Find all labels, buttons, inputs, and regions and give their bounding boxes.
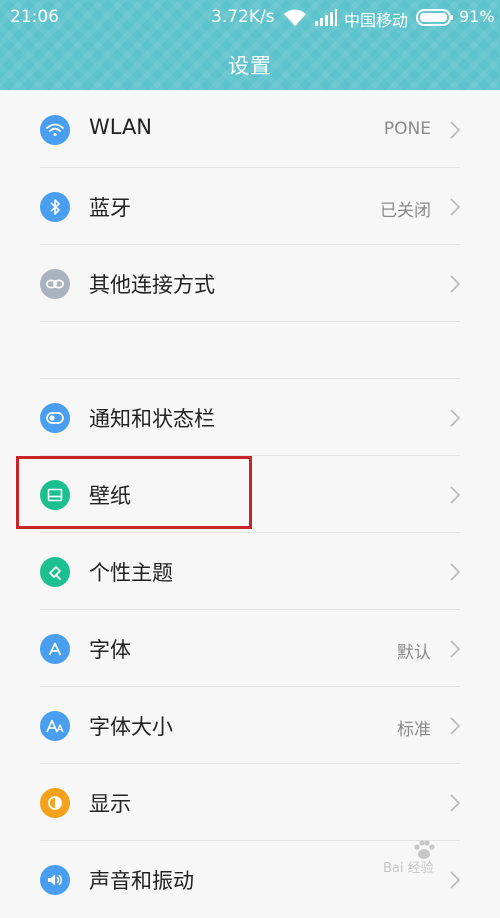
chevron-right-icon [450,563,460,581]
status-time: 21:06 [10,7,59,27]
settings-item-other-connections[interactable]: 其他连接方式 [0,245,500,322]
battery-icon [416,9,453,26]
settings-item-themes[interactable]: 个性主题 [0,533,500,610]
settings-item-wlan[interactable]: WLAN PONE [0,91,500,168]
settings-item-font[interactable]: 字体 默认 [0,610,500,687]
settings-item-label: 显示 [89,792,131,816]
chevron-right-icon [450,640,460,658]
font-size-icon [40,711,70,741]
image-icon [40,480,70,510]
settings-item-value: 默认 [397,643,431,663]
settings-item-label: 通知和状态栏 [89,407,215,431]
settings-item-value: 标准 [397,720,431,740]
settings-item-label: 个性主题 [89,561,173,585]
settings-item-label: 其他连接方式 [89,273,215,297]
wifi-icon [40,115,70,145]
letter-a-icon [40,634,70,664]
status-carrier: 中国移动 [344,11,409,30]
settings-item-label: WLAN [89,115,153,139]
chevron-right-icon [450,486,460,504]
speaker-icon [40,865,70,895]
settings-item-value: 已关闭 [380,201,431,221]
page-title: 设置 [228,54,272,78]
settings-item-label: 蓝牙 [89,196,131,220]
status-bar: 21:06 3.72K/s 中国移动 91% [0,0,500,36]
settings-item-notifications[interactable]: 通知和状态栏 [0,379,500,456]
status-network-speed: 3.72K/s [211,7,275,27]
settings-item-label: 声音和振动 [89,869,194,893]
chevron-right-icon [450,275,460,293]
section-gap [0,322,500,379]
header-bar: 21:06 3.72K/s 中国移动 91% 设置 [0,0,500,90]
link-icon [40,269,70,299]
toggle-icon [40,403,70,433]
settings-item-display[interactable]: 显示 [0,764,500,841]
settings-item-bluetooth[interactable]: 蓝牙 已关闭 [0,168,500,245]
brush-icon [40,557,70,587]
settings-item-label: 字体 [89,638,131,662]
settings-item-label: 字体大小 [89,715,173,739]
chevron-right-icon [450,794,460,812]
chevron-right-icon [450,198,460,216]
chevron-right-icon [450,409,460,427]
chevron-right-icon [450,717,460,735]
cell-signal-icon [315,9,337,26]
half-circle-icon [40,788,70,818]
settings-item-wallpaper[interactable]: 壁纸 [0,456,500,533]
wifi-signal-icon [284,9,306,26]
settings-list: WLAN PONE 蓝牙 已关闭 其他连接方式 通知和状态栏 壁纸 个性主题 字… [0,91,500,918]
watermark-text: Bai 经验 [383,861,434,876]
bluetooth-icon [40,192,70,222]
settings-item-label: 壁纸 [89,484,131,508]
settings-item-value: PONE [383,119,431,139]
watermark: Bai 经验 [383,833,493,883]
settings-item-font-size[interactable]: 字体大小 标准 [0,687,500,764]
chevron-right-icon [450,121,460,139]
status-battery-percent: 91% [459,7,495,26]
